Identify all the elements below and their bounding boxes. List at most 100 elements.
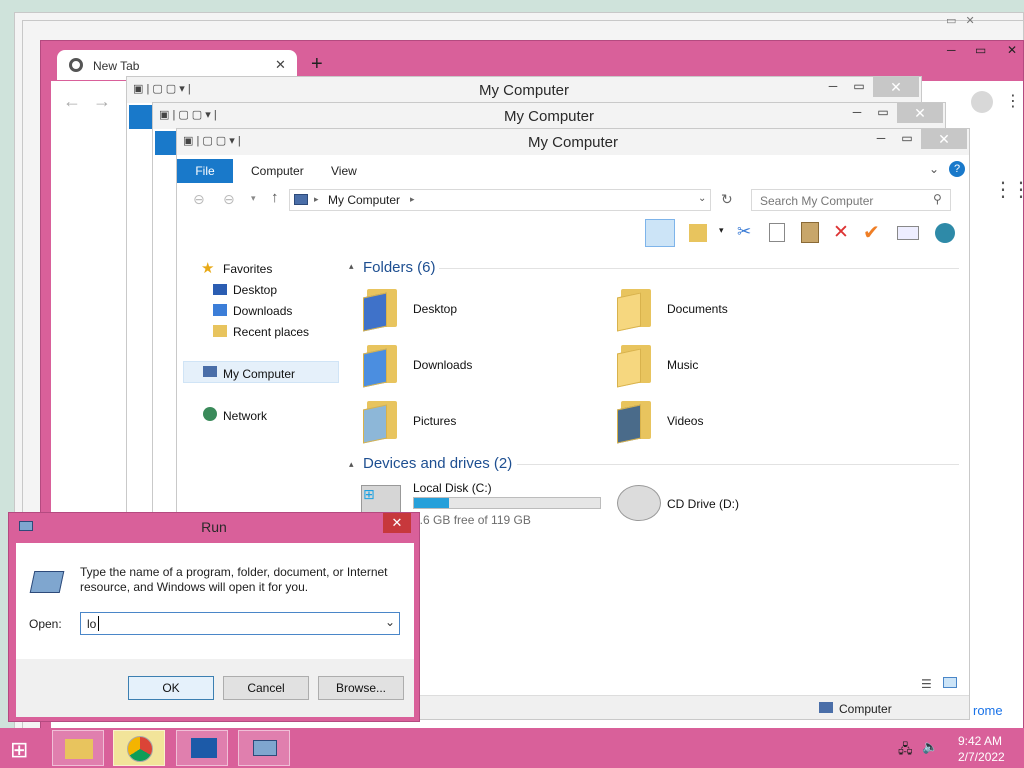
minimize-icon[interactable]: ─ xyxy=(867,129,895,149)
large-icons-view-icon[interactable] xyxy=(943,677,957,688)
computer-icon xyxy=(294,194,308,205)
nav-item-favorites[interactable]: Favorites xyxy=(223,262,272,276)
chrome-close-icon[interactable]: ✕ xyxy=(1007,43,1017,57)
avatar[interactable] xyxy=(971,91,993,113)
taskbar-file-explorer-icon[interactable] xyxy=(52,730,104,766)
chrome-minimize-icon[interactable]: ─ xyxy=(947,43,956,57)
tab-view[interactable]: View xyxy=(331,164,357,178)
start-button-icon[interactable]: ⊞ xyxy=(10,737,28,763)
new-item-icon[interactable] xyxy=(897,226,919,240)
taskbar-run-icon[interactable] xyxy=(238,730,290,766)
copy-icon[interactable] xyxy=(769,223,785,242)
breadcrumb[interactable]: My Computer xyxy=(328,193,400,207)
folder-music-label[interactable]: Music xyxy=(667,358,698,372)
paste-icon[interactable] xyxy=(801,222,819,243)
collapse-devices-icon[interactable]: ▴ xyxy=(349,459,354,470)
nav-item-network[interactable]: Network xyxy=(223,409,267,423)
folder-downloads-icon[interactable] xyxy=(363,341,403,388)
window-title: My Computer xyxy=(478,82,570,99)
minimize-icon[interactable]: ─ xyxy=(819,77,847,97)
folder-downloads-label[interactable]: Downloads xyxy=(413,358,472,372)
volume-muted-icon[interactable]: 🔈 xyxy=(922,739,938,755)
folder-pictures-icon[interactable] xyxy=(363,397,403,444)
clock-time[interactable]: 9:42 AM xyxy=(958,734,1002,748)
rename-check-icon[interactable]: ✔ xyxy=(863,220,880,245)
taskbar-chrome-icon[interactable] xyxy=(113,730,165,766)
nav-forward-icon[interactable]: ⊖ xyxy=(223,191,235,208)
up-arrow-icon[interactable]: ↑ xyxy=(271,189,279,206)
forward-arrow-icon[interactable]: → xyxy=(93,91,111,112)
apps-grid-icon[interactable]: ⋮⋮⋮ xyxy=(993,177,1024,202)
network-tray-icon[interactable]: 🖧 xyxy=(898,740,913,762)
delete-icon[interactable]: ✕ xyxy=(833,221,849,244)
address-dropdown-icon[interactable]: ⌄ xyxy=(698,193,706,204)
run-close-icon[interactable]: ✕ xyxy=(383,513,411,533)
folder-desktop-icon[interactable] xyxy=(363,285,403,332)
recent-locations-icon[interactable]: ▾ xyxy=(251,193,256,204)
close-icon[interactable]: ✕ xyxy=(873,77,919,97)
maximize-icon[interactable]: ▭ xyxy=(893,129,921,149)
open-combobox[interactable]: lo ⌄ xyxy=(80,612,400,635)
folder-music-icon[interactable] xyxy=(617,341,657,388)
nav-item-recent-places[interactable]: Recent places xyxy=(233,325,309,339)
help-icon[interactable]: ? xyxy=(949,161,965,177)
network-globe-icon[interactable] xyxy=(935,223,955,243)
desktop-icon xyxy=(213,284,227,295)
open-dropdown-icon[interactable]: ⌄ xyxy=(385,615,395,629)
nav-back-icon[interactable]: ⊖ xyxy=(193,191,205,208)
ribbon-expand-icon[interactable]: ⌄ xyxy=(929,162,939,176)
close-icon[interactable]: ✕ xyxy=(897,103,943,123)
address-bar[interactable]: ▸ My Computer ▸ ⌄ xyxy=(289,189,711,211)
devices-section-header[interactable]: Devices and drives (2) xyxy=(363,455,512,472)
back-arrow-icon[interactable]: ← xyxy=(63,91,81,112)
taskbar-mail-icon[interactable] xyxy=(176,730,228,766)
collapse-folders-icon[interactable]: ▴ xyxy=(349,261,354,272)
maximize-icon[interactable]: ▭ xyxy=(869,103,897,123)
close-icon[interactable]: ✕ xyxy=(921,129,967,149)
folders-section-header[interactable]: Folders (6) xyxy=(363,259,436,276)
disk-usage-fill xyxy=(414,498,450,508)
nav-item-downloads[interactable]: Downloads xyxy=(233,304,292,318)
run-body: Type the name of a program, folder, docu… xyxy=(16,543,414,717)
details-view-icon[interactable]: ☰ xyxy=(921,677,932,691)
section-divider xyxy=(439,268,959,269)
cd-drive-label[interactable]: CD Drive (D:) xyxy=(667,497,739,511)
chrome-tab-close-icon[interactable]: ✕ xyxy=(275,57,286,73)
titlebar: ▣ | ▢ ▢ ▾ | My Computer ─ ▭ ✕ xyxy=(153,103,945,129)
run-description: Type the name of a program, folder, docu… xyxy=(80,565,388,594)
open-input[interactable]: lo xyxy=(87,617,96,631)
clock-date[interactable]: 2/7/2022 xyxy=(958,750,1005,764)
nav-item-desktop[interactable]: Desktop xyxy=(233,283,277,297)
new-tab-icon[interactable]: + xyxy=(311,53,323,76)
properties-dropdown-icon[interactable]: ▾ xyxy=(719,225,724,236)
breadcrumb-arrow-icon[interactable]: ▸ xyxy=(314,194,319,205)
search-input[interactable]: Search My Computer xyxy=(751,189,951,211)
folder-pictures-label[interactable]: Pictures xyxy=(413,414,456,428)
breadcrumb-arrow-icon[interactable]: ▸ xyxy=(410,194,415,205)
folder-videos-icon[interactable] xyxy=(617,397,657,444)
taskbar: ⊞ 🖧 🔈 9:42 AM 2/7/2022 xyxy=(0,728,1024,768)
cut-icon[interactable]: ✂ xyxy=(737,222,751,242)
cd-drive-icon[interactable] xyxy=(617,485,661,521)
folder-documents-label[interactable]: Documents xyxy=(667,302,728,316)
ok-button[interactable]: OK xyxy=(128,676,214,700)
minimize-icon[interactable]: ─ xyxy=(843,103,871,123)
tab-file[interactable]: File xyxy=(177,159,233,183)
folder-desktop-label[interactable]: Desktop xyxy=(413,302,457,316)
nav-item-my-computer[interactable]: My Computer xyxy=(223,367,295,381)
folder-videos-label[interactable]: Videos xyxy=(667,414,703,428)
chrome-menu-icon[interactable]: ⋮ xyxy=(1005,91,1021,111)
folder-documents-icon[interactable] xyxy=(617,285,657,332)
refresh-icon[interactable]: ↻ xyxy=(721,191,733,208)
chrome-tab-icon xyxy=(69,58,83,72)
preview-pane-icon[interactable] xyxy=(645,219,675,247)
browse-button[interactable]: Browse... xyxy=(318,676,404,700)
local-disk-label[interactable]: Local Disk (C:) xyxy=(413,481,492,495)
properties-icon[interactable] xyxy=(689,224,707,242)
maximize-icon[interactable]: ▭ xyxy=(845,77,873,97)
cancel-button[interactable]: Cancel xyxy=(223,676,309,700)
search-icon[interactable]: ⚲ xyxy=(933,192,942,206)
tab-computer[interactable]: Computer xyxy=(251,164,304,178)
chrome-maximize-icon[interactable]: ▭ xyxy=(975,43,986,57)
favorites-star-icon: ★ xyxy=(201,260,215,277)
